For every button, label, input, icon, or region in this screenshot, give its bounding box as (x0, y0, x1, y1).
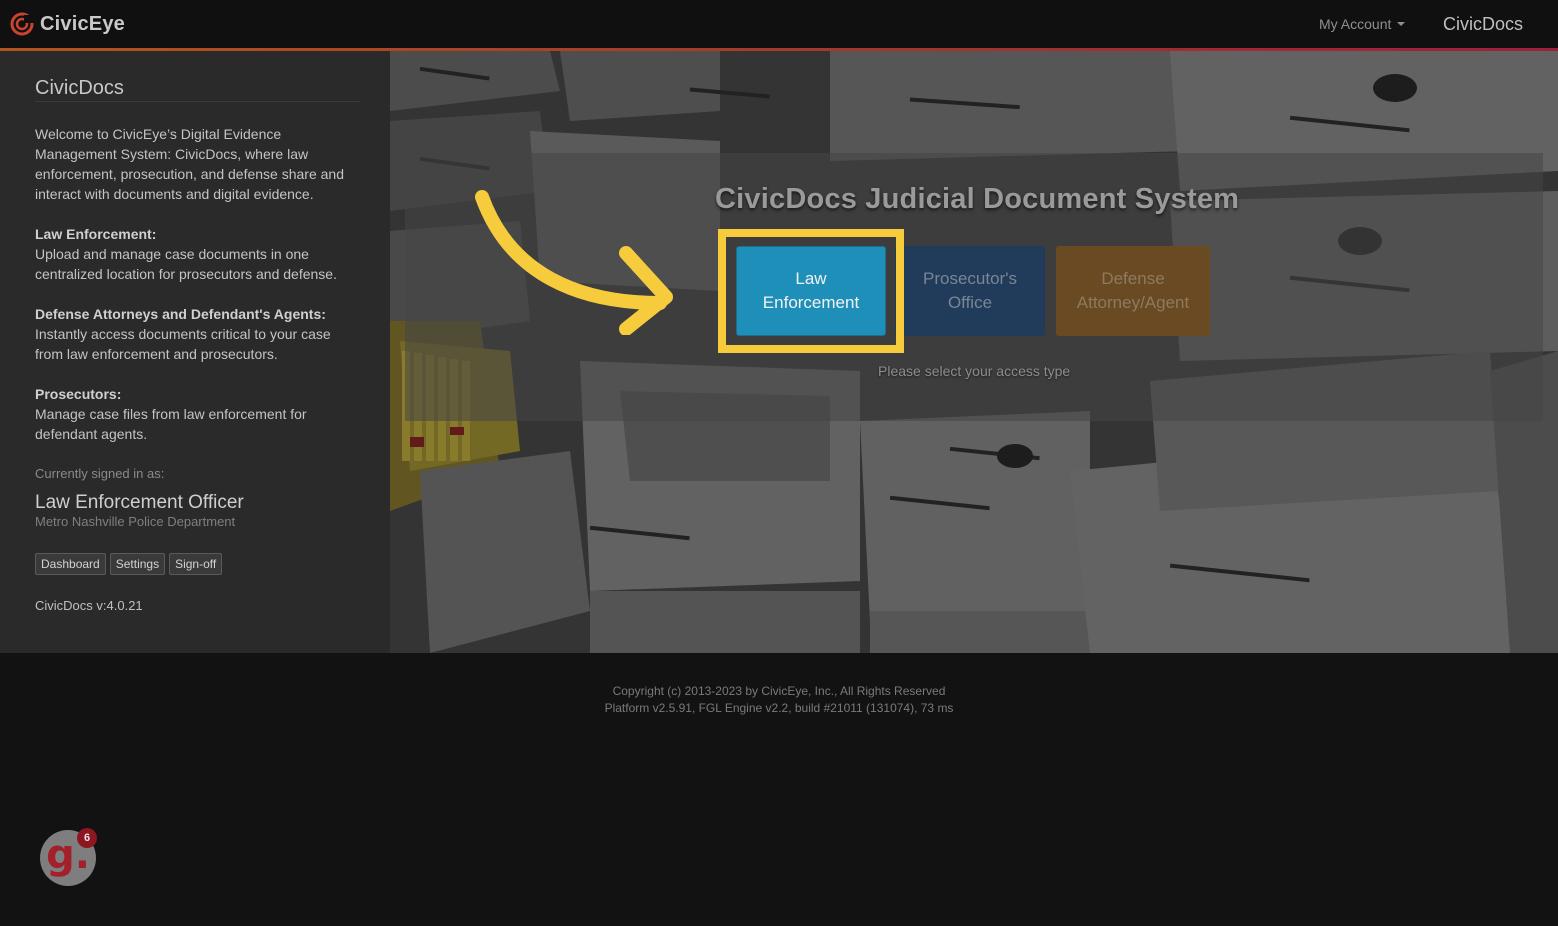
top-navbar: CivicEye My Account CivicDocs (0, 0, 1558, 48)
app-root: CivicEye My Account CivicDocs CivicDocs … (0, 0, 1558, 926)
caret-down-icon (1397, 22, 1406, 26)
version-label: CivicDocs v:4.0.21 (35, 598, 143, 613)
hero-title: CivicDocs Judicial Document System (715, 183, 1240, 215)
prosecutor-office-button-label: Prosecutor's Office (923, 267, 1017, 315)
defense-line2: Attorney/Agent (1076, 293, 1190, 312)
brand-name: CivicEye (40, 12, 125, 35)
section-heading-defense: Defense Attorneys and Defendant's Agents… (35, 306, 326, 322)
signed-in-label: Currently signed in as: (35, 466, 165, 481)
prosecutor-line2: Office (947, 293, 993, 312)
sidebar-title: CivicDocs (35, 77, 124, 99)
section-heading-prosecutors: Prosecutors: (35, 386, 122, 402)
brand[interactable]: CivicEye (10, 10, 125, 38)
defense-attorney-button-label: Defense Attorney/Agent (1077, 267, 1189, 315)
sidebar-title-divider (35, 101, 360, 102)
prosecutor-office-button[interactable]: Prosecutor's Office (895, 246, 1045, 336)
tutorial-arrow-icon (475, 190, 673, 335)
signoff-button[interactable]: Sign-off (169, 553, 223, 575)
my-account-label: My Account (1319, 16, 1392, 32)
access-type-hint: Please select your access type (878, 363, 1071, 379)
sidebar: CivicDocs Welcome to CivicEye’s Digital … (0, 51, 390, 653)
section-heading-law: Law Enforcement: (35, 226, 157, 242)
hero-area: CivicDocs Judicial Document System Law E… (390, 51, 1558, 653)
user-role: Law Enforcement Officer (35, 492, 244, 513)
user-department: Metro Nashville Police Department (35, 514, 236, 529)
prosecutor-line1: Prosecutor's (923, 269, 1017, 288)
footer-platform-info: Platform v2.5.91, FGL Engine v2.2, build… (604, 701, 954, 715)
defense-line1: Defense (1101, 269, 1165, 288)
welcome-text: Welcome to CivicEye’s Digital Evidence M… (35, 126, 344, 202)
defense-attorney-button[interactable]: Defense Attorney/Agent (1056, 246, 1210, 336)
app-name-link[interactable]: CivicDocs (1443, 14, 1523, 35)
sidebar-button-group: Dashboard Settings Sign-off (35, 553, 223, 575)
section-text-prosecutors: Manage case files from law enforcement f… (35, 406, 307, 442)
tutorial-highlight-box (718, 229, 904, 353)
notification-count-badge: 6 (77, 828, 97, 848)
settings-button[interactable]: Settings (109, 553, 166, 575)
dashboard-button[interactable]: Dashboard (35, 553, 106, 575)
footer: Copyright (c) 2013-2023 by CivicEye, Inc… (0, 653, 1558, 926)
section-text-defense: Instantly access documents critical to y… (35, 326, 331, 362)
footer-copyright: Copyright (c) 2013-2023 by CivicEye, Inc… (612, 684, 946, 698)
guide-launcher-button[interactable]: g. 6 (40, 828, 97, 886)
civiceye-logo-icon (10, 12, 34, 36)
section-text-law: Upload and manage case documents in one … (35, 246, 337, 282)
my-account-menu[interactable]: My Account (1319, 16, 1406, 32)
